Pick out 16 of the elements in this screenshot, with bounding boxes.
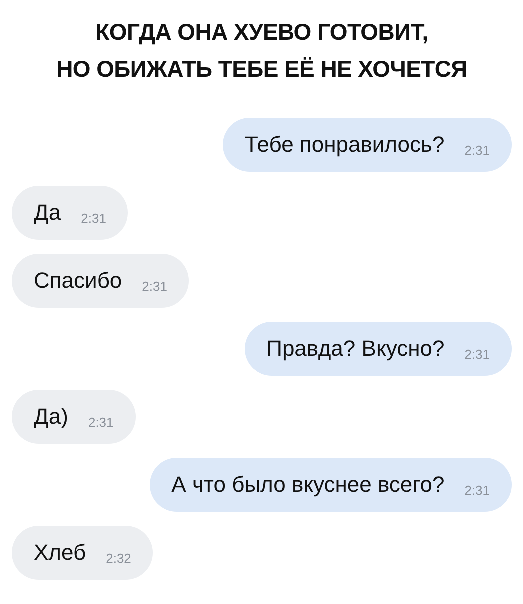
message-time: 2:31 <box>88 415 114 430</box>
caption-text: КОГДА ОНА ХУЕВО ГОТОВИТ, <box>96 18 428 47</box>
message-time: 2:32 <box>106 551 132 566</box>
message-text: Спасибо <box>34 267 122 295</box>
message-time: 2:31 <box>464 143 490 158</box>
message-time: 2:31 <box>464 483 490 498</box>
message-text: Хлеб <box>34 539 86 567</box>
message-text: Да) <box>34 403 68 431</box>
message-text: А что было вкуснее всего? <box>172 471 445 499</box>
message-text: Правда? Вкусно? <box>266 335 445 363</box>
caption-text: НО ОБИЖАТЬ ТЕБЕ ЕЁ НЕ ХОЧЕТСЯ <box>56 55 468 84</box>
message-text: Да <box>34 199 62 227</box>
message-text: Тебе понравилось? <box>245 131 445 159</box>
message-time: 2:31 <box>142 279 168 294</box>
message-time: 2:31 <box>81 211 106 226</box>
message-time: 2:31 <box>464 347 490 362</box>
